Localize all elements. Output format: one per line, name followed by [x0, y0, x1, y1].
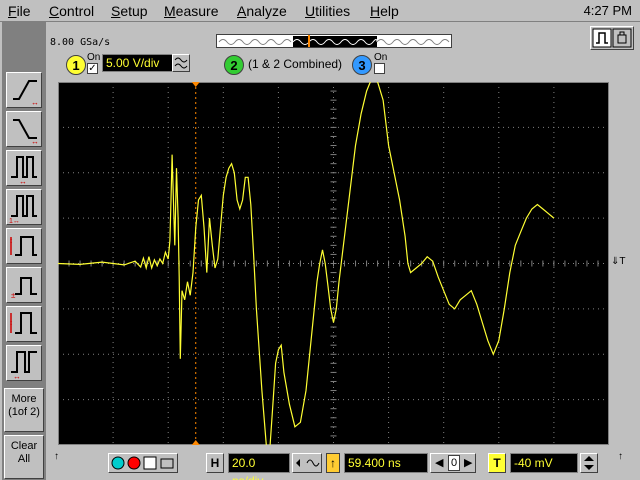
pattern-trigger-button[interactable]: ↕	[6, 228, 42, 264]
channel-1-on-label: On	[87, 52, 101, 63]
scroll-up-icon[interactable]: ↑	[54, 451, 59, 462]
all-label: All	[17, 453, 31, 465]
menu-help[interactable]: Help	[370, 3, 399, 19]
clear-label: Clear	[10, 440, 38, 452]
edge-rising-trigger-button[interactable]: ↔	[6, 72, 42, 108]
rising-edge-icon: ↔	[13, 80, 39, 107]
channel-2-badge[interactable]: 2	[224, 55, 244, 75]
print-icon[interactable]	[160, 458, 174, 469]
channel-1-trace	[57, 76, 555, 459]
waveform-svg	[57, 76, 610, 459]
edge-falling-trigger-button[interactable]: ↔	[6, 111, 42, 147]
channel-3-on-label: On	[374, 52, 388, 63]
svg-text:↔: ↔	[19, 177, 27, 185]
bottom-bar: ↑ H 20.0 ns/div ↑ 59.400 ns ◀ 0 ▶ T -40 …	[46, 447, 640, 480]
trigger-marker-label: T	[619, 255, 626, 267]
spin-updown-icon	[584, 456, 594, 470]
channel-1-coupling-button[interactable]	[172, 54, 190, 72]
channel-3-on-checkbox[interactable]	[374, 63, 385, 74]
menu-utilities[interactable]: Utilities	[305, 3, 350, 19]
svg-text:↔: ↔	[13, 372, 21, 380]
horizontal-mode-icon	[296, 459, 320, 467]
menu-analyze[interactable]: Analyze	[237, 3, 287, 19]
channel-1-on-checkbox[interactable]: ✓	[87, 63, 98, 74]
pattern-icon: ↕	[9, 236, 37, 256]
horizontal-label: H	[206, 453, 224, 473]
svg-text:↔: ↔	[31, 98, 39, 107]
record-icon[interactable]	[127, 456, 141, 470]
pulse-width-trigger-button[interactable]: ↔	[6, 150, 42, 186]
menu-setup[interactable]: Setup	[111, 3, 148, 19]
channel-2-label: (1 & 2 Combined)	[248, 57, 343, 71]
svg-text:↔: ↔	[31, 137, 39, 146]
waveform-display[interactable]	[57, 76, 610, 459]
more-triggers-button[interactable]: More (1of 2)	[4, 388, 44, 432]
transition-icon: ↔	[11, 351, 37, 380]
svg-text:±: ±	[11, 291, 16, 300]
trigger-time-bottom-icon	[191, 440, 200, 445]
horizontal-ref-marker: ↑	[326, 453, 340, 473]
trigger-level-spin[interactable]	[580, 453, 598, 473]
step-left-icon[interactable]: ◀	[435, 456, 443, 469]
scroll-up-right-icon[interactable]: ↑	[618, 451, 623, 462]
trigger-level-field[interactable]: -40 mV	[510, 453, 578, 473]
runt-trigger-button[interactable]: ±	[6, 267, 42, 303]
autoscale-icon[interactable]	[111, 456, 125, 470]
channel-bar: 1 On ✓ 5.00 V/div 2 (1 & 2 Combined) 3 O…	[62, 52, 622, 78]
pulse-width-icon: ↔	[11, 156, 37, 185]
menu-control[interactable]: Control	[49, 3, 94, 19]
horizontal-scale-field[interactable]: 20.0 ns/div	[228, 453, 290, 480]
ac-coupling-icon	[174, 57, 188, 69]
falling-edge-icon: ↔	[13, 119, 39, 146]
overview-wave-icon	[218, 35, 450, 47]
glitch-icon: 1↔	[9, 195, 37, 224]
menu-bar: File Control Setup Measure Analyze Utili…	[0, 0, 640, 22]
horizontal-mode-buttons[interactable]	[292, 453, 322, 473]
clear-all-button[interactable]: Clear All	[4, 435, 44, 479]
step-right-icon[interactable]: ▶	[464, 456, 472, 469]
save-icon[interactable]	[143, 456, 157, 470]
channel-1-scale-field[interactable]: 5.00 V/div	[102, 54, 176, 72]
more-label: More	[11, 393, 37, 405]
svg-text:1↔: 1↔	[9, 218, 20, 224]
waveform-overview[interactable]	[216, 34, 452, 48]
run-stop-icon	[592, 28, 632, 48]
menu-measure[interactable]: Measure	[164, 3, 218, 19]
channel-1-badge[interactable]: 1	[66, 55, 86, 75]
timeout-icon: ↕	[9, 312, 37, 334]
timeout-trigger-button[interactable]: ↕	[6, 306, 42, 342]
svg-text:↕: ↕	[9, 318, 13, 327]
glitch-trigger-button[interactable]: 1↔	[6, 189, 42, 225]
run-stop-panel[interactable]	[590, 26, 634, 50]
transition-trigger-button[interactable]: ↔	[6, 345, 42, 381]
horizontal-ref-value[interactable]: 0	[448, 455, 460, 471]
svg-text:↕: ↕	[9, 236, 13, 245]
trigger-label: T	[488, 453, 506, 473]
trigger-time-top-icon	[191, 82, 200, 87]
trigger-level-marker[interactable]: ⇓T	[611, 256, 626, 267]
quick-actions-panel	[108, 453, 178, 473]
sample-rate: 8.00 GSa/s	[50, 37, 111, 48]
trigger-toolbar: ↔ ↔ ↔ 1↔ ↕ ± ↕ ↔ More (1of 2) Clear All	[2, 22, 46, 480]
clock: 4:27 PM	[583, 3, 632, 18]
runt-icon: ±	[11, 277, 37, 300]
menu-file[interactable]: File	[8, 3, 31, 19]
horizontal-position-stepper[interactable]: ◀ 0 ▶	[430, 453, 476, 473]
channel-3-badge[interactable]: 3	[352, 55, 372, 75]
more-page-label: (1of 2)	[8, 406, 40, 418]
horizontal-position-field[interactable]: 59.400 ns	[344, 453, 428, 473]
